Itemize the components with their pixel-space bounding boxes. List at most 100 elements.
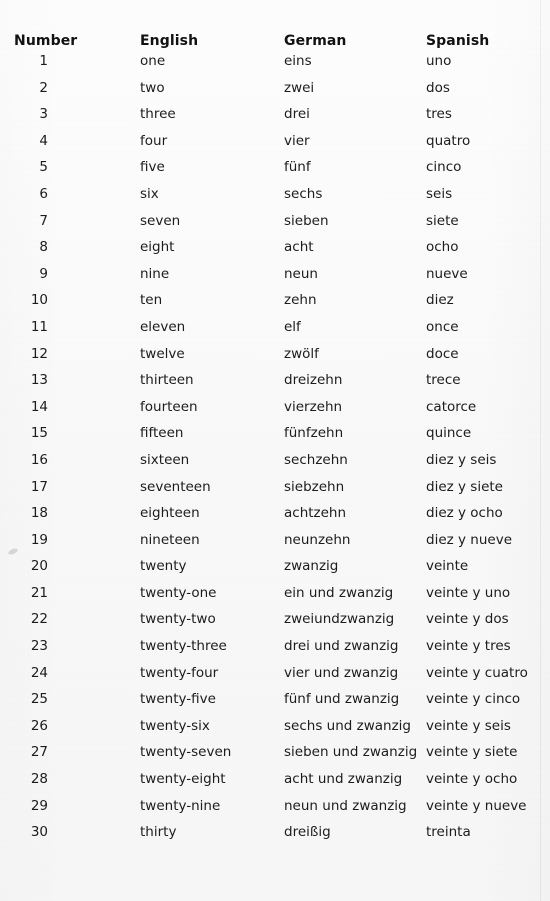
cell-number: 19 — [30, 531, 48, 548]
table-row: 22 twenty-two zweiundzwanzig veinte y dos — [0, 606, 550, 633]
cell-english: twenty-two — [140, 611, 216, 628]
cell-number: 12 — [30, 345, 48, 362]
cell-english: nine — [140, 265, 170, 282]
cell-number: 15 — [30, 425, 48, 442]
cell-german: zwölf — [284, 345, 319, 362]
cell-spanish: once — [426, 318, 459, 335]
cell-spanish: veinte y ocho — [426, 771, 518, 788]
cell-german: sieben und zwanzig — [284, 744, 418, 761]
cell-english: eight — [140, 239, 175, 256]
table-row: 23 twenty-three drei und zwanzig veinte y t… — [0, 633, 550, 660]
scanned-page: Number English German Spanish 1 one eins un… — [0, 0, 550, 901]
cell-english: twenty-four — [140, 664, 219, 681]
cell-english: two — [140, 79, 165, 96]
cell-spanish: doce — [426, 345, 459, 362]
cell-german: acht — [284, 239, 314, 256]
cell-spanish: diez y nueve — [426, 531, 512, 548]
cell-number: 22 — [30, 611, 48, 628]
cell-spanish: nueve — [426, 265, 468, 282]
table-row: 6 six sechs seis — [0, 181, 550, 208]
cell-english: twenty-one — [140, 584, 217, 601]
cell-spanish: veinte y siete — [426, 744, 518, 761]
table-row: 13 thirteen dreizehn trece — [0, 367, 550, 394]
cell-german: fünf — [284, 159, 311, 176]
table-row: 25 twenty-five fünf und zwanzig veinte y ci… — [0, 686, 550, 713]
cell-english: eleven — [140, 318, 186, 335]
cell-number: 8 — [39, 239, 48, 256]
table-row: 10 ten zehn diez — [0, 287, 550, 314]
cell-number: 17 — [30, 478, 48, 495]
table-row: 8 eight acht ocho — [0, 234, 550, 261]
table-row: 3 three drei tres — [0, 101, 550, 128]
cell-spanish: quatro — [426, 132, 471, 149]
cell-spanish: cinco — [426, 159, 462, 176]
cell-german: zehn — [284, 292, 317, 309]
cell-german: zwanzig — [284, 558, 339, 575]
cell-english: twenty-six — [140, 717, 210, 734]
cell-spanish: veinte y cinco — [426, 691, 521, 708]
table-row: 4 four vier quatro — [0, 128, 550, 155]
cell-spanish: veinte y cuatro — [426, 664, 528, 681]
table-row: 28 twenty-eight acht und zwanzig veinte y o… — [0, 766, 550, 793]
cell-number: 30 — [30, 824, 48, 841]
cell-english: thirty — [140, 824, 177, 841]
cell-number: 25 — [30, 691, 48, 708]
cell-german: neunzehn — [284, 531, 351, 548]
cell-number: 26 — [30, 717, 48, 734]
cell-spanish: veinte y tres — [426, 638, 511, 655]
cell-english: fourteen — [140, 398, 198, 415]
cell-german: sieben — [284, 212, 329, 229]
cell-spanish: diez y ocho — [426, 505, 503, 522]
cell-number: 7 — [39, 212, 48, 229]
cell-spanish: ocho — [426, 239, 459, 256]
cell-german: neun und zwanzig — [284, 797, 407, 814]
cell-english: seven — [140, 212, 181, 229]
cell-number: 4 — [39, 132, 48, 149]
table-row: 18 eighteen achtzehn diez y ocho — [0, 500, 550, 527]
cell-german: sechs — [284, 185, 323, 202]
cell-english: twenty-three — [140, 638, 227, 655]
table-row: 19 nineteen neunzehn diez y nueve — [0, 527, 550, 554]
cell-english: twenty-eight — [140, 771, 226, 788]
cell-english: six — [140, 185, 159, 202]
numbers-translation-table: Number English German Spanish 1 one eins un… — [0, 0, 550, 846]
cell-spanish: seis — [426, 185, 453, 202]
cell-number: 6 — [39, 185, 48, 202]
cell-number: 27 — [30, 744, 48, 761]
column-header-spanish: Spanish — [426, 33, 490, 49]
table-row: 9 nine neun nueve — [0, 261, 550, 288]
table-row: 21 twenty-one ein und zwanzig veinte y uno — [0, 580, 550, 607]
cell-spanish: veinte y uno — [426, 584, 511, 601]
cell-english: fifteen — [140, 425, 184, 442]
cell-german: vierzehn — [284, 398, 343, 415]
table-row: 1 one eins uno — [0, 48, 550, 75]
cell-spanish: catorce — [426, 398, 477, 415]
cell-number: 9 — [39, 265, 48, 282]
cell-german: ein und zwanzig — [284, 584, 394, 601]
cell-english: nineteen — [140, 531, 200, 548]
cell-german: dreißig — [284, 824, 331, 841]
table-row: 27 twenty-seven sieben und zwanzig veinte y… — [0, 739, 550, 766]
cell-german: achtzehn — [284, 505, 347, 522]
cell-number: 18 — [30, 505, 48, 522]
table-row: 17 seventeen siebzehn diez y siete — [0, 474, 550, 501]
cell-english: sixteen — [140, 451, 190, 468]
cell-english: eighteen — [140, 505, 200, 522]
cell-english: twenty — [140, 558, 187, 575]
cell-number: 14 — [30, 398, 48, 415]
table-row: 20 twenty zwanzig veinte — [0, 553, 550, 580]
table-row: 30 thirty dreißig treinta — [0, 819, 550, 846]
cell-number: 28 — [30, 771, 48, 788]
cell-number: 13 — [30, 372, 48, 389]
cell-number: 5 — [39, 159, 48, 176]
cell-english: one — [140, 53, 166, 69]
cell-english: three — [140, 106, 176, 123]
cell-german: fünf und zwanzig — [284, 691, 400, 708]
cell-english: seventeen — [140, 478, 211, 495]
cell-number: 1 — [39, 53, 48, 69]
cell-english: ten — [140, 292, 163, 309]
cell-german: vier — [284, 132, 310, 149]
cell-english: twenty-nine — [140, 797, 221, 814]
cell-german: acht und zwanzig — [284, 771, 403, 788]
cell-spanish: quince — [426, 425, 472, 442]
